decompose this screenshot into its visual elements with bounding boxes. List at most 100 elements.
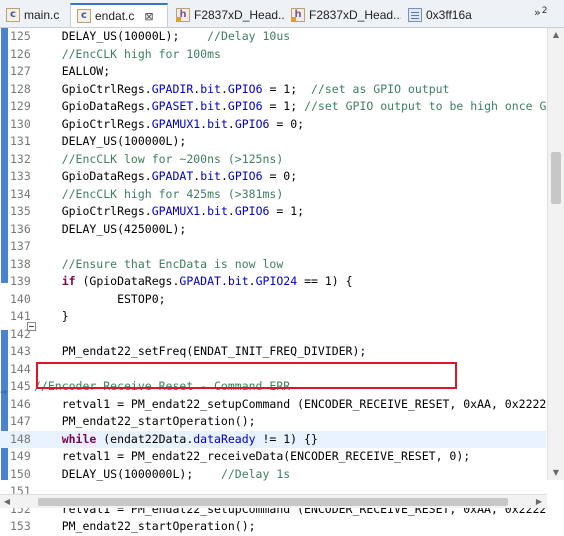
code-content: DELAY_US(10000L); //Delay 10us — [34, 28, 546, 46]
current-code-line[interactable]: 148 while (endat22Data.dataReady != 1) {… — [0, 430, 546, 449]
line-number: 143 — [10, 344, 31, 358]
code-text: = 0; — [262, 169, 298, 183]
line-number: 134 — [10, 186, 31, 201]
code-line[interactable]: 139 if (GpioDataRegs.GPADAT.bit.GPIO24 =… — [0, 273, 546, 291]
code-comment: //EncCLK low for ~200ns (>125ns) — [34, 151, 284, 166]
code-comment: //set as GPIO output — [311, 81, 450, 96]
code-line[interactable]: 147 PM_endat22_startOperation(); — [0, 413, 546, 431]
collapse-fold-icon[interactable] — [27, 322, 36, 331]
scroll-up-arrow-icon[interactable]: ▲ — [551, 30, 561, 40]
code-line[interactable]: 150 DELAY_US(1000000L); //Delay 1s — [0, 466, 546, 484]
double-chevron-right-icon: » — [534, 6, 541, 19]
code-text: = 0; — [269, 116, 305, 131]
code-line[interactable]: 134 //EncCLK high for 425ms (>381ms) — [0, 186, 546, 204]
code-line[interactable]: 131 DELAY_US(100000L); — [0, 133, 546, 151]
code-line[interactable]: 153 PM_endat22_startOperation(); — [0, 518, 546, 536]
code-line[interactable]: 129 GpioDataRegs.GPASET.bit.GPIO6 = 1; /… — [0, 98, 546, 116]
code-content: DELAY_US(100000L); — [34, 133, 546, 151]
code-content: while (endat22Data.dataReady != 1) {} — [34, 431, 546, 449]
code-line[interactable]: 128 GpioCtrlRegs.GPADIR.bit.GPIO6 = 1; /… — [0, 81, 546, 99]
line-number: 129 — [10, 99, 31, 113]
code-line[interactable]: 126 //EncCLK high for 100ms — [0, 46, 546, 64]
code-content: EALLOW; — [34, 63, 546, 81]
document-icon — [408, 8, 422, 22]
tab-label: 0x3ff16a — [426, 8, 472, 22]
code-line[interactable]: 133 GpioDataRegs.GPADAT.bit.GPIO6 = 0; — [0, 168, 546, 186]
vertical-scrollbar[interactable]: ▲ ▼ — [547, 28, 564, 480]
code-content: GpioCtrlRegs.GPADIR.bit.GPIO6 = 1; //set… — [34, 81, 546, 99]
line-number: 147 — [10, 414, 31, 428]
code-content: //EncCLK high for 100ms — [34, 46, 546, 64]
code-content: retval1 = PM_endat22_receiveData(ENCODER… — [34, 448, 546, 466]
code-line[interactable]: 141 } — [0, 308, 546, 326]
tab-header-1[interactable]: h F2837xD_Head... — [170, 3, 285, 27]
code-keyword: while — [34, 431, 97, 446]
scroll-down-arrow-icon[interactable]: ▼ — [551, 468, 561, 478]
code-field: bit — [207, 116, 228, 131]
line-number: 145 — [10, 379, 31, 393]
code-content: GpioCtrlRegs.GPAMUX1.bit.GPIO6 = 1; — [34, 203, 546, 221]
code-field: GPIO6 — [227, 99, 263, 113]
code-field: GPASET — [151, 99, 194, 113]
tab-endat-c[interactable]: c endat.c ⊠ — [70, 3, 168, 27]
code-line[interactable]: 149 retval1 = PM_endat22_receiveData(ENC… — [0, 448, 546, 466]
code-line[interactable]: 125 DELAY_US(10000L); //Delay 10us — [0, 28, 546, 46]
code-text: PM_endat22_setFreq(ENDAT_INIT_FREQ_DIVID… — [34, 344, 367, 358]
code-field: GPAMUX1 — [151, 204, 201, 218]
code-text: . — [220, 169, 228, 183]
code-line[interactable]: 127 EALLOW; — [0, 63, 546, 81]
line-number: 148 — [10, 431, 31, 446]
tab-overflow-button[interactable]: » 2 — [534, 6, 547, 24]
code-field: GPADAT — [151, 169, 194, 183]
code-line[interactable]: 143 PM_endat22_setFreq(ENDAT_INIT_FREQ_D… — [0, 343, 546, 361]
code-line[interactable]: 137 — [0, 238, 546, 256]
code-text: ESTOP0; — [34, 291, 166, 306]
scroll-left-arrow-icon[interactable]: ◀ — [2, 496, 12, 508]
line-number: 153 — [10, 519, 31, 533]
code-comment: //Delay 10us — [193, 29, 291, 43]
tab-label: endat.c — [95, 9, 135, 23]
line-number: 130 — [10, 116, 31, 131]
code-content: //EncCLK low for ~200ns (>125ns) — [34, 151, 546, 169]
c-source-file-icon: c — [77, 9, 91, 23]
vertical-scroll-thumb[interactable] — [551, 152, 561, 204]
code-text: PM_endat22_startOperation(); — [34, 519, 256, 533]
code-content: retval1 = PM_endat22_setupCommand (ENCOD… — [34, 396, 546, 414]
code-field: GPADIR — [151, 81, 194, 96]
close-tab-icon[interactable]: ⊠ — [144, 10, 153, 23]
tab-disassembly-address[interactable]: 0x3ff16a — [402, 3, 502, 27]
horizontal-scrollbar[interactable]: ◀ ▶ — [0, 494, 547, 508]
tab-header-2[interactable]: h F2837xD_Head... — [285, 3, 401, 27]
code-text: retval1 = PM_endat22_receiveData(ENCODER… — [34, 449, 471, 463]
code-text: GpioDataRegs. — [34, 169, 152, 183]
code-text: GpioCtrlRegs. — [34, 204, 152, 218]
code-field: GPIO6 — [234, 204, 270, 218]
code-line[interactable]: 130 GpioCtrlRegs.GPAMUX1.bit.GPIO6 = 0; — [0, 116, 546, 134]
tab-main-c[interactable]: c main.c — [0, 3, 70, 27]
code-field: GPIO24 — [255, 274, 298, 288]
code-line[interactable]: 135 GpioCtrlRegs.GPAMUX1.bit.GPIO6 = 1; — [0, 203, 546, 221]
code-comment: //Ensure that EncData is now low — [34, 256, 284, 271]
line-number: 139 — [10, 274, 31, 288]
code-field: dataReady — [193, 431, 256, 446]
code-content: GpioDataRegs.GPADAT.bit.GPIO6 = 0; — [34, 168, 546, 186]
code-content: ESTOP0; — [34, 291, 546, 309]
code-text: . — [227, 116, 235, 131]
line-number: 136 — [10, 221, 31, 236]
code-line[interactable]: 132 //EncCLK low for ~200ns (>125ns) — [0, 151, 546, 169]
line-number: 127 — [10, 64, 31, 78]
code-field: GPIO6 — [234, 116, 270, 131]
scroll-right-arrow-icon[interactable]: ▶ — [534, 496, 544, 508]
code-line[interactable]: 140 ESTOP0; — [0, 291, 546, 309]
code-text: GpioDataRegs. — [34, 99, 152, 113]
editor-tab-bar: c main.c c endat.c ⊠ h F2837xD_Head... h… — [0, 0, 564, 28]
code-line[interactable]: 138 //Ensure that EncData is now low — [0, 256, 546, 274]
code-line[interactable]: 142 — [0, 326, 546, 344]
code-editor[interactable]: ➜ 125 DELAY_US(10000L); //Delay 10us 126 … — [0, 28, 564, 533]
code-comment: //set GPIO output to be high once GPIO6 — [304, 99, 546, 113]
code-line[interactable]: 146 retval1 = PM_endat22_setupCommand (E… — [0, 396, 546, 414]
horizontal-scroll-thumb[interactable] — [38, 498, 508, 506]
code-line[interactable]: 136 DELAY_US(425000L); — [0, 221, 546, 239]
code-text: DELAY_US(425000L); — [34, 221, 187, 236]
code-text: (endat22Data. — [96, 431, 194, 446]
